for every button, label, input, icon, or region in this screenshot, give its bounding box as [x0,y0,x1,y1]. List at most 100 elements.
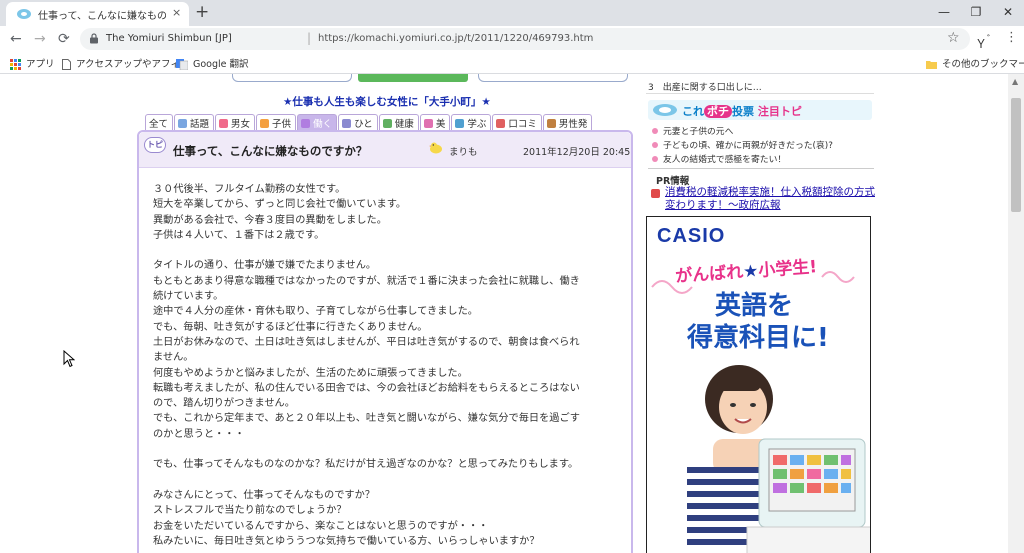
topic-title: 仕事って、こんなに嫌なものですか？ [173,144,368,158]
category-icon [455,119,465,128]
category-icon [382,119,392,128]
header-tab-right[interactable] [478,74,628,82]
topic-line: ３０代後半、フルタイム勤務の女性です。 [153,184,346,195]
topic-line: お金をいただいているんですから、楽なことはないと思うのですが・・・ [153,520,489,532]
category-tab[interactable]: 健康 [378,114,419,130]
site-slogan[interactable]: ★仕事も人生も楽しむ女性に「大手小町」★ [283,94,491,109]
kore-pochi-title: これ ポチ 投票 注目トピ [682,103,802,119]
topic-line: みなさんにとって、仕事ってそんなものですか？ [153,489,375,501]
topic-author[interactable]: まりも [449,144,478,158]
forward-button[interactable]: → [34,30,46,48]
kore-mid: 投票 [732,105,758,118]
ad-brand-logo: CASIO [657,225,726,247]
address-bar[interactable]: The Yomiuri Shimbun [JP] | https://komac… [80,28,970,50]
bookmark-google-translate[interactable]: Google 翻訳 [176,56,249,70]
category-icon [178,119,188,128]
tab-close-icon[interactable]: × [172,6,181,19]
scrollbar-thumb[interactable] [1011,98,1021,212]
topic-line: 続けています。 [153,291,224,303]
browser-tab[interactable]: 仕事って、こんなに嫌なものですか？ × [6,2,189,26]
category-label: 全て [149,119,169,130]
topic-line: 転職も考えましたが、私の住んでいる田舎では、今の会社ほどお給料をもらえるところは… [153,382,580,394]
other-bookmarks-label: その他のブックマーク [942,59,1024,70]
topic-body: ３０代後半、フルタイム勤務の女性です。 短大を卒業してから、ずっと同じ会社で働いて… [153,182,623,553]
kore-item-label: 元妻と子供の元へ [663,127,734,137]
category-tab[interactable]: 口コミ [492,114,542,130]
bookmark-access-up-label: アクセスアップやアフィ... [76,59,189,70]
bookmark-star-icon[interactable]: ☆ [947,30,960,46]
category-tabs: 全て 話題 男女 子供 働く ひと 健康 美 学ぶ 口コミ 男性発 [145,114,593,130]
vertical-scrollbar[interactable]: ▲ [1008,74,1024,553]
bookmark-apps[interactable]: アプリ [10,56,55,70]
kore-pochi-icon [653,104,677,116]
minimize-button[interactable]: — [928,0,960,26]
category-icon [423,119,433,128]
topic-header: トピ 仕事って、こんなに嫌なものですか？ まりも 2011年12月20日 20:… [139,132,631,168]
header-tab-left[interactable] [232,74,352,82]
topic-box: トピ 仕事って、こんなに嫌なものですか？ まりも 2011年12月20日 20:… [137,130,633,553]
category-label: 子供 [272,119,292,130]
category-tab[interactable]: ひと [338,114,378,130]
topic-line: のかと思うと・・・ [153,428,245,440]
kore-pochi-header: これ ポチ 投票 注目トピ [648,100,872,120]
category-tab[interactable]: 子供 [256,114,297,130]
topic-date: 2011年12月20日 20:45 [523,147,631,158]
category-tab[interactable]: 美 [419,114,451,130]
apps-grid-icon [10,59,21,70]
back-button[interactable]: ← [10,30,22,48]
url-text: https://komachi.yomiuri.co.jp/t/2011/122… [318,33,594,44]
topi-badge-icon: トピ [144,137,166,153]
category-label: 男性発 [558,119,588,130]
bullet-icon [652,156,658,162]
category-tab[interactable]: 話題 [174,114,215,130]
bullet-icon [652,142,658,148]
bookmarks-bar: アプリ アクセスアップやアフィ... Google 翻訳 その他のブックマーク [0,52,1024,74]
topic-paragraph: ３０代後半、フルタイム勤務の女性です。 短大を卒業してから、ずっと同じ会社で働いて… [153,182,623,243]
topic-line: 土日がお休みなので、土日は吐き気はしませんが、平日は吐き気がするので、朝食は食べ… [153,336,580,348]
site-identity: The Yomiuri Shimbun [JP] [106,33,232,44]
topic-line: タイトルの通り、仕事が嫌で嫌でたまりません。 [153,260,377,272]
ad-headline-1b: 小学生! [757,257,818,282]
kore-hot: 注目トピ [757,105,802,118]
kore-item[interactable]: 元妻と子供の元へ [652,124,733,137]
topic-paragraph: タイトルの通り、仕事が嫌で嫌でたまりません。もともとあまり得意な職種ではなかった… [153,258,623,442]
category-tab[interactable]: 男性発 [542,114,593,130]
header-tab-green[interactable] [358,74,468,82]
topic-line: もともとあまり得意な職種ではなかったのですが、就活で１番に決まった会社に就職し、… [153,275,580,287]
category-label: 学ぶ [467,119,487,130]
category-tab[interactable]: 男女 [215,114,256,130]
browser-menu-icon[interactable]: ⋮ [1005,30,1018,45]
extension-icon[interactable]: Ｙﾞ [975,31,992,52]
star-icon: ★ [742,261,760,283]
new-tab-button[interactable]: + [195,2,209,22]
pr-link[interactable]: 消費税の軽減税率実施！仕入税額控除の方式変わります！～政府広報 [665,186,877,212]
bullet-icon [652,128,658,134]
other-bookmarks[interactable]: その他のブックマーク [926,56,1024,70]
lock-icon [90,33,98,44]
reload-button[interactable]: ⟳ [58,30,70,48]
bookmark-apps-label: アプリ [26,59,55,70]
bookmark-access-up[interactable]: アクセスアップやアフィ... [62,56,189,70]
casio-advertisement[interactable]: CASIO がんばれ★小学生! 英語を 得意科目に! [646,216,871,553]
ranking-item-3[interactable]: 3 出産に関する口出しに… [648,80,762,93]
divider [648,168,874,169]
url-separator: | [307,31,312,45]
category-icon [546,119,556,128]
pr-label: PR情報 [656,176,690,187]
category-tab[interactable]: 働く [297,114,338,130]
kore-pochi: ポチ [704,105,732,118]
page-icon [62,59,71,70]
topic-line: ストレスフルで当たり前なのでしょうか？ [153,505,347,517]
kore-item[interactable]: 子どもの頃、確かに両親が好きだった(哀)? [652,138,833,151]
category-tab[interactable]: 学ぶ [451,114,492,130]
topic-line: 子供は４人いて、１番下は２歳です。 [153,229,325,241]
category-tab[interactable]: 全て [145,114,174,130]
close-window-button[interactable]: ✕ [992,0,1024,26]
scroll-up-icon[interactable]: ▲ [1012,77,1018,86]
page-content: ★仕事も人生も楽しむ女性に「大手小町」★ 全て 話題 男女 子供 働く ひと 健康 美 学ぶ 口コ… [0,74,1024,553]
kore-item[interactable]: 友人の結婚式で感極を寄たい！ [652,152,786,165]
restore-button[interactable]: ❐ [960,0,992,26]
folder-icon [926,61,937,69]
topic-line: ので、踏ん切りがつきません。 [153,398,295,410]
category-icon [342,119,352,128]
